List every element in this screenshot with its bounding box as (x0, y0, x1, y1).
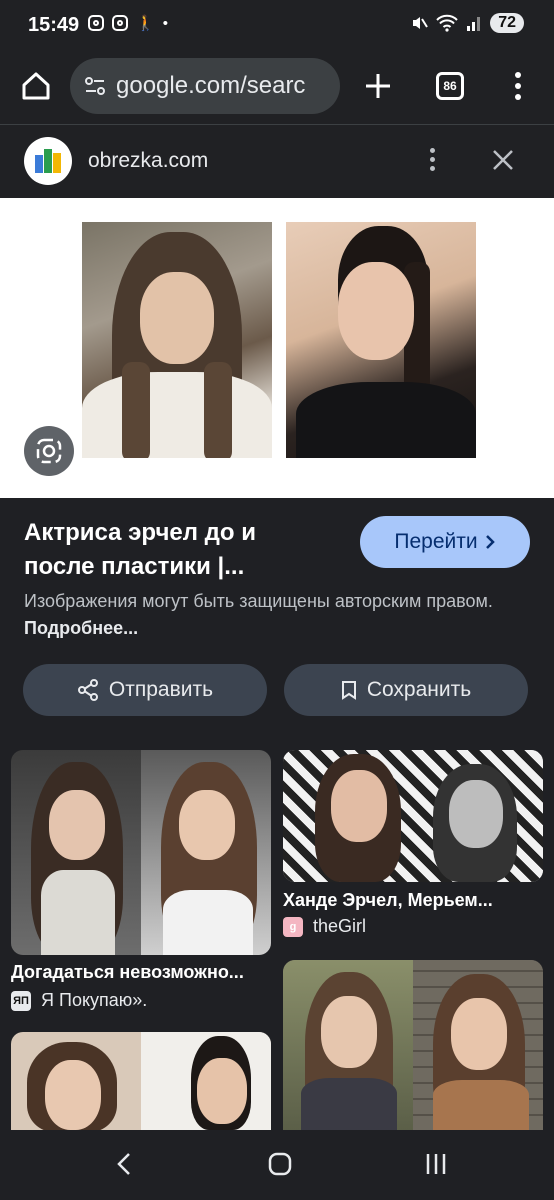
share-icon (77, 679, 98, 701)
notification-icons: 🚶 • (88, 14, 168, 32)
tune-icon[interactable] (84, 76, 106, 96)
chevron-right-icon (485, 535, 495, 549)
related-card-source-name: Я Покупаю». (41, 990, 148, 1010)
site-favicon[interactable] (24, 137, 72, 185)
more-vert-icon[interactable] (508, 70, 528, 104)
instagram-icon (112, 15, 128, 31)
instagram-icon (88, 15, 104, 31)
system-nav-bar (0, 1130, 554, 1200)
related-card-source[interactable]: g theGirl (283, 916, 366, 937)
wifi-icon (436, 14, 458, 32)
related-image-card[interactable] (11, 750, 271, 955)
source-ya-icon: ЯП (11, 990, 31, 1011)
url-bar[interactable]: google.com/searc (70, 58, 340, 114)
plus-icon[interactable] (364, 66, 392, 106)
lens-button[interactable] (24, 426, 74, 476)
signal-icon (467, 17, 481, 31)
go-button[interactable]: Перейти (360, 516, 530, 568)
related-card-title[interactable]: Догадаться невозможно... (11, 962, 273, 983)
home-icon[interactable] (18, 68, 54, 104)
related-card-title[interactable]: Ханде Эрчел, Мерьем... (283, 890, 543, 911)
battery-indicator: 72 (490, 13, 524, 33)
walking-icon: 🚶 (136, 15, 155, 32)
related-image-card[interactable] (283, 960, 543, 1130)
result-title[interactable]: Актриса эрчел до и после пластики |... (24, 516, 324, 584)
copyright-text: Изображения могут быть защищены авторски… (24, 591, 493, 611)
source-site-name[interactable]: obrezka.com (88, 149, 208, 173)
notification-dot-icon: • (162, 14, 168, 32)
url-text[interactable]: google.com/searc (116, 72, 332, 100)
status-bar: 15:49 🚶 • 72 (0, 0, 554, 52)
tabs-icon[interactable]: 86 (436, 72, 464, 100)
share-label: Отправить (108, 678, 214, 701)
go-button-label: Перейти (394, 530, 478, 553)
back-icon[interactable] (112, 1150, 136, 1178)
system-icons: 72 (410, 13, 524, 33)
learn-more-link[interactable]: Подробнее... (24, 618, 138, 638)
source-bar: obrezka.com (0, 125, 554, 198)
image-preview[interactable] (0, 198, 554, 498)
browser-toolbar: google.com/searc 86 (0, 52, 554, 125)
close-icon[interactable] (490, 147, 516, 173)
share-button[interactable]: Отправить (23, 664, 267, 716)
recents-icon[interactable] (422, 1150, 450, 1178)
home-nav-icon[interactable] (266, 1150, 294, 1178)
preview-photo-after[interactable] (286, 222, 476, 458)
source-thegirl-icon: g (283, 916, 303, 937)
lens-icon (36, 438, 62, 464)
related-card-source-name: theGirl (313, 916, 367, 936)
status-time: 15:49 (28, 14, 80, 36)
related-image-card[interactable] (283, 750, 543, 882)
preview-photo-before[interactable] (82, 222, 272, 458)
save-button[interactable]: Сохранить (284, 664, 528, 716)
mute-icon (413, 17, 429, 29)
related-card-source[interactable]: ЯП Я Покупаю». (11, 990, 147, 1011)
related-image-card[interactable] (11, 1032, 271, 1130)
more-vert-icon[interactable] (426, 147, 438, 177)
bookmark-icon (341, 681, 356, 700)
copyright-notice: Изображения могут быть защищены авторски… (24, 588, 524, 642)
save-label: Сохранить (366, 678, 472, 701)
